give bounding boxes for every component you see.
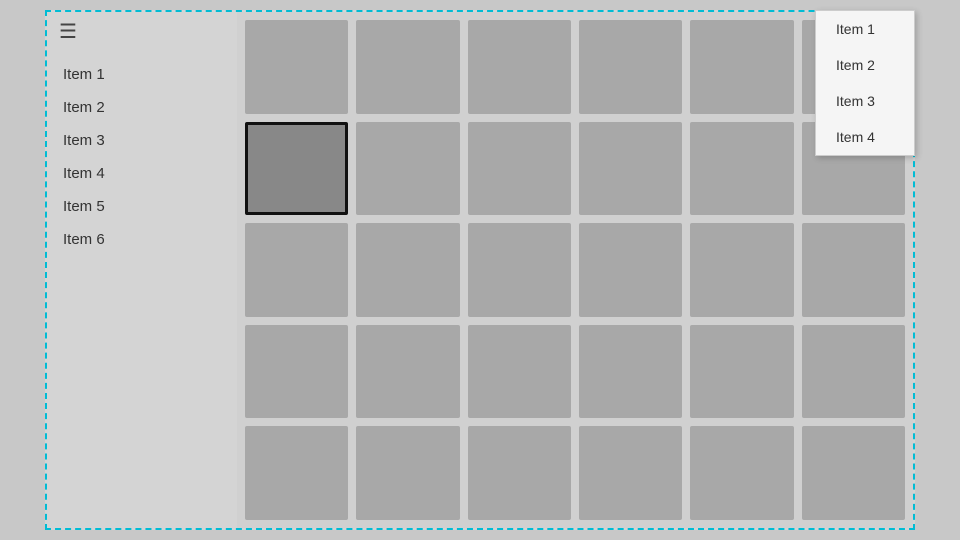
sidebar-item-3[interactable]: Item 3 [59,124,225,157]
sidebar: ☰ Item 1 Item 2 Item 3 Item 4 Item 5 Ite… [47,12,237,528]
sidebar-item-4[interactable]: Item 4 [59,157,225,190]
grid-cell-9[interactable] [579,122,682,216]
grid-cell-0[interactable] [245,20,348,114]
grid-cell-8[interactable] [468,122,571,216]
grid-cell-14[interactable] [468,223,571,317]
dropdown-item-4[interactable]: Item 4 [816,119,914,155]
sidebar-item-1[interactable]: Item 1 [59,58,225,91]
grid-cell-12[interactable] [245,223,348,317]
dropdown-menu: Item 1 Item 2 Item 3 Item 4 [815,10,915,156]
dropdown-item-1[interactable]: Item 1 [816,11,914,47]
grid-cell-13[interactable] [356,223,459,317]
grid-cell-22[interactable] [690,325,793,419]
content-grid [237,12,913,528]
grid-cell-26[interactable] [468,426,571,520]
grid-cell-2[interactable] [468,20,571,114]
grid-cell-18[interactable] [245,325,348,419]
grid-cell-24[interactable] [245,426,348,520]
grid-cell-25[interactable] [356,426,459,520]
grid-cell-17[interactable] [802,223,905,317]
grid-cell-4[interactable] [690,20,793,114]
sidebar-item-6[interactable]: Item 6 [59,223,225,256]
grid-cell-29[interactable] [802,426,905,520]
dropdown-item-2[interactable]: Item 2 [816,47,914,83]
grid-cell-19[interactable] [356,325,459,419]
grid-cell-27[interactable] [579,426,682,520]
grid-cell-20[interactable] [468,325,571,419]
grid-cell-7[interactable] [356,122,459,216]
main-container: ☰ Item 1 Item 2 Item 3 Item 4 Item 5 Ite… [45,10,915,530]
grid-cell-23[interactable] [802,325,905,419]
grid-cell-1[interactable] [356,20,459,114]
grid-cell-16[interactable] [690,223,793,317]
grid-cell-10[interactable] [690,122,793,216]
grid-cell-6[interactable] [245,122,348,216]
sidebar-item-5[interactable]: Item 5 [59,190,225,223]
dropdown-item-3[interactable]: Item 3 [816,83,914,119]
grid-cell-3[interactable] [579,20,682,114]
hamburger-icon[interactable]: ☰ [59,22,225,42]
grid-cell-28[interactable] [690,426,793,520]
sidebar-item-2[interactable]: Item 2 [59,91,225,124]
grid-cell-21[interactable] [579,325,682,419]
grid-cell-15[interactable] [579,223,682,317]
